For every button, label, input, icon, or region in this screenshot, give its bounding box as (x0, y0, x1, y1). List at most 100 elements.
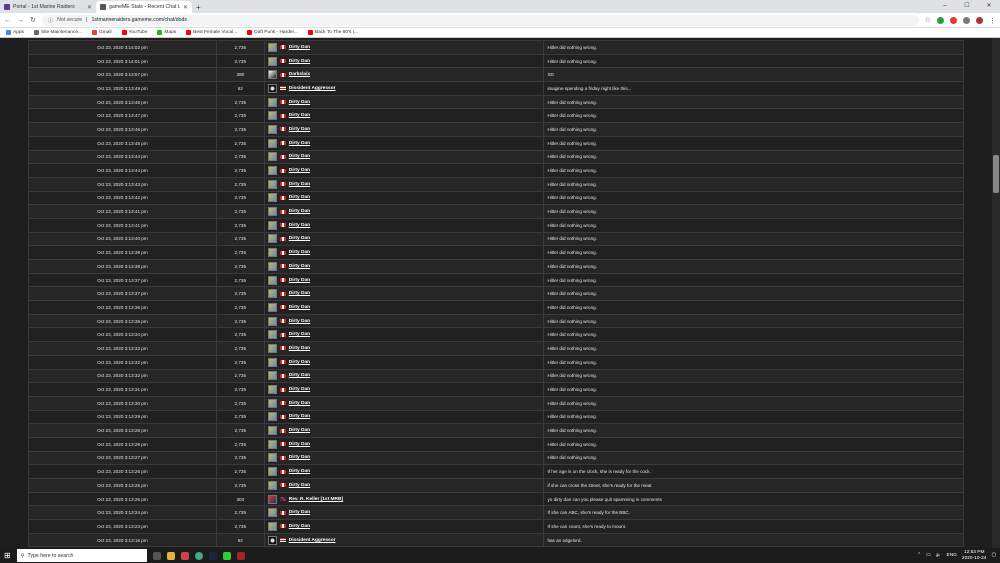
avatar[interactable] (267, 124, 277, 134)
bookmark-maps[interactable]: Maps (157, 30, 176, 35)
close-icon[interactable]: ✕ (87, 4, 92, 11)
reload-icon[interactable]: ↻ (30, 16, 36, 24)
bookmark-apps[interactable]: Apps (6, 30, 24, 35)
star-icon[interactable]: ☆ (925, 16, 931, 24)
avatar[interactable] (267, 535, 277, 545)
avatar[interactable] (267, 385, 277, 395)
app-icon[interactable] (236, 551, 245, 560)
file-explorer-icon[interactable] (166, 551, 175, 560)
avatar[interactable] (267, 70, 277, 80)
player-name-link[interactable]: Dirty Dan (289, 209, 310, 214)
avatar[interactable] (267, 316, 277, 326)
avatar[interactable] (976, 16, 983, 24)
player-name-link[interactable]: Dirty Dan (289, 59, 310, 64)
avatar[interactable] (267, 480, 277, 490)
chrome-icon[interactable] (194, 551, 203, 560)
player-name-link[interactable]: Dirty Dan (289, 113, 310, 118)
player-name-link[interactable]: Dirty Dan (289, 264, 310, 269)
avatar[interactable] (267, 248, 277, 258)
avatar[interactable] (267, 494, 277, 504)
avatar[interactable] (267, 166, 277, 176)
player-name-link[interactable]: Dirty Dan (289, 291, 310, 296)
player-name-link[interactable]: Dirty Dan (289, 236, 310, 241)
minimize-button[interactable]: – (934, 0, 956, 13)
new-tab-button[interactable]: + (196, 1, 201, 13)
avatar[interactable] (267, 453, 277, 463)
avatar[interactable] (267, 97, 277, 107)
maximize-button[interactable]: ☐ (956, 0, 978, 13)
bookmark-site-maintenance[interactable]: Site Maintenance... (33, 30, 82, 35)
player-name-link[interactable]: Dirty Dan (289, 455, 310, 460)
player-name-link[interactable]: Dirty Dan (289, 401, 310, 406)
avatar[interactable] (267, 343, 277, 353)
avatar[interactable] (267, 398, 277, 408)
close-icon[interactable]: ✕ (183, 4, 188, 11)
avatar[interactable] (267, 289, 277, 299)
avatar[interactable] (267, 508, 277, 518)
avatar[interactable] (267, 412, 277, 422)
player-name-link[interactable]: Darkslaix (289, 72, 310, 77)
player-name-link[interactable]: Dirty Dan (289, 100, 310, 105)
player-name-link[interactable]: Dirty Dan (289, 360, 310, 365)
steam-icon[interactable] (208, 551, 217, 560)
player-name-link[interactable]: Dirty Dan (289, 524, 310, 529)
back-icon[interactable]: ← (4, 17, 11, 24)
app-icon[interactable] (180, 551, 189, 560)
clock[interactable]: 12:53 PM 2020-10-24 (962, 550, 987, 561)
avatar[interactable] (267, 302, 277, 312)
bookmark-gmail[interactable]: Gmail (92, 30, 112, 35)
task-view-icon[interactable] (152, 551, 161, 560)
avatar[interactable] (267, 152, 277, 162)
avatar[interactable] (267, 330, 277, 340)
menu-icon[interactable]: ⋮ (989, 17, 996, 25)
address-input[interactable]: ⓘ Not secure | 1stmarineraiders.gameme.c… (41, 14, 919, 26)
taskbar-search-input[interactable]: ⚲ Type here to search (16, 549, 147, 562)
player-name-link[interactable]: Dirty Dan (289, 510, 310, 515)
avatar[interactable] (267, 261, 277, 271)
player-name-link[interactable]: Dirty Dan (289, 250, 310, 255)
avatar[interactable] (267, 439, 277, 449)
player-name-link[interactable]: Dirty Dan (289, 414, 310, 419)
avatar[interactable] (267, 371, 277, 381)
extension-icon[interactable] (950, 16, 957, 24)
avatar[interactable] (267, 467, 277, 477)
player-name-link[interactable]: Dirty Dan (289, 319, 310, 324)
bookmark-youtube[interactable]: YouTube (121, 30, 147, 35)
avatar[interactable] (267, 275, 277, 285)
player-name-link[interactable]: Dissident Aggressor (289, 538, 336, 543)
player-name-link[interactable]: Dirty Dan (289, 278, 310, 283)
player-name-link[interactable]: Dirty Dan (289, 127, 310, 132)
forward-icon[interactable]: → (17, 17, 24, 24)
avatar[interactable] (267, 179, 277, 189)
player-name-link[interactable]: Dirty Dan (289, 332, 310, 337)
avatar[interactable] (267, 56, 277, 66)
windows-start-icon[interactable]: ⊞ (4, 551, 11, 560)
player-name-link[interactable]: Dirty Dan (289, 387, 310, 392)
player-name-link[interactable]: Dirty Dan (289, 469, 310, 474)
player-name-link[interactable]: Dirty Dan (289, 45, 310, 50)
avatar[interactable] (267, 42, 277, 52)
player-name-link[interactable]: Dirty Dan (289, 182, 310, 187)
avatar[interactable] (267, 357, 277, 367)
notification-icon[interactable]: ▢ (991, 553, 996, 558)
bookmark-female-vocal[interactable]: Best Female Vocal... (186, 30, 237, 35)
avatar[interactable] (267, 207, 277, 217)
avatar[interactable] (267, 193, 277, 203)
network-icon[interactable]: ▭ (926, 553, 931, 558)
volume-icon[interactable]: 🔈 (936, 553, 942, 558)
avatar[interactable] (267, 521, 277, 531)
player-name-link[interactable]: Dirty Dan (289, 442, 310, 447)
avatar[interactable] (267, 138, 277, 148)
app-icon[interactable] (222, 551, 231, 560)
player-name-link[interactable]: Dirty Dan (289, 428, 310, 433)
close-window-button[interactable]: ✕ (978, 0, 1000, 13)
scrollbar[interactable] (992, 38, 1000, 548)
avatar[interactable] (267, 83, 277, 93)
chevron-up-icon[interactable]: ⌃ (917, 553, 921, 558)
language-indicator[interactable]: ENG (947, 553, 957, 558)
tab-chat-log[interactable]: gameME Stats - Recent Chat Log ✕ (96, 1, 192, 13)
player-name-link[interactable]: Rev. R. Keller [1st MRB] (289, 497, 343, 502)
player-name-link[interactable]: Dissident Aggressor (289, 86, 336, 91)
player-name-link[interactable]: Dirty Dan (289, 483, 310, 488)
avatar[interactable] (267, 111, 277, 121)
